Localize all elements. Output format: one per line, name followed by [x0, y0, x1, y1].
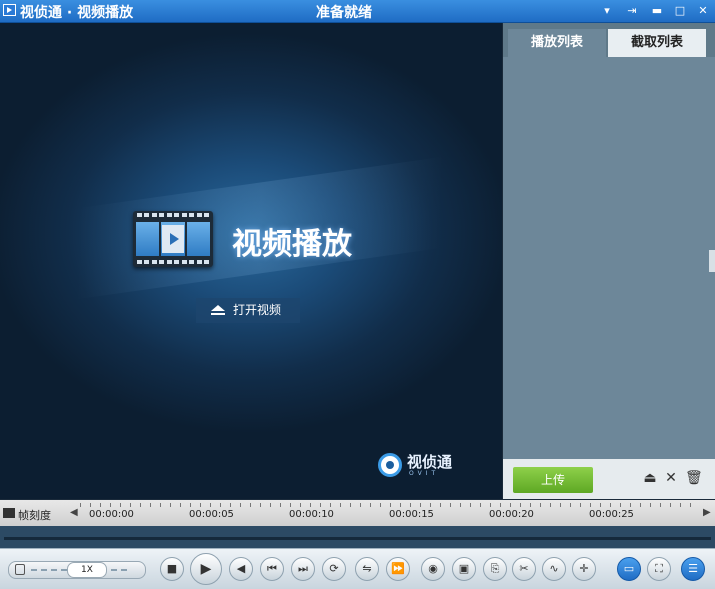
waveform-icon[interactable]: ∿: [542, 557, 566, 581]
stop-button[interactable]: ■: [160, 557, 184, 581]
video-title: 视频播放: [232, 227, 352, 262]
loop-button[interactable]: ⟳: [322, 557, 346, 581]
open-video-label: 打开视频: [233, 303, 282, 317]
progress-bar[interactable]: [0, 526, 715, 548]
speed-value: 1X: [67, 562, 107, 578]
snapshot-icon[interactable]: ◉: [421, 557, 445, 581]
timeline-label: 帧刻度: [18, 509, 51, 522]
window-mode-icon[interactable]: ▭: [617, 557, 641, 581]
logo-text: 视侦通: [407, 453, 453, 471]
cut-icon[interactable]: ✂: [512, 557, 536, 581]
timeline-right-arrow-icon[interactable]: ▶: [703, 507, 711, 518]
film-strip-icon: [133, 211, 213, 267]
app-icon: [3, 4, 16, 16]
eject-icon: [211, 305, 225, 316]
timeline-left-arrow-icon[interactable]: ◀: [70, 507, 78, 518]
lock-icon[interactable]: [15, 564, 25, 575]
panel-collapse-handle[interactable]: [709, 250, 715, 272]
timeline-tick: 00:00:10: [289, 509, 334, 520]
timeline-tick: 00:00:05: [189, 509, 234, 520]
export-icon[interactable]: ⎘: [483, 557, 507, 581]
fullscreen-icon[interactable]: ⛶: [647, 557, 671, 581]
upload-button[interactable]: 上传: [513, 467, 593, 493]
playlist-icon[interactable]: ☰: [681, 557, 705, 581]
sync-button[interactable]: ⇋: [355, 557, 379, 581]
side-panel: 播放列表 截取列表 上传 ⏏ ✕ 🗑: [503, 23, 715, 499]
previous-frame-button[interactable]: ◀: [229, 557, 253, 581]
logo-subtext: OVIT: [409, 470, 440, 477]
video-area[interactable]: 视频播放 打开视频 视侦通 OVIT: [0, 23, 502, 499]
maximize-icon[interactable]: □: [673, 4, 687, 18]
play-button[interactable]: ▶: [190, 553, 222, 585]
speed-slider[interactable]: 1X: [8, 561, 146, 579]
timeline-tick: 00:00:25: [589, 509, 634, 520]
panel-footer: 上传 ⏏ ✕ 🗑: [503, 459, 715, 499]
dropdown-icon[interactable]: ▾: [600, 4, 614, 18]
app-title: 视侦通 · 视频播放: [20, 5, 134, 21]
minimize-icon[interactable]: ▬: [650, 4, 664, 18]
step-back-button[interactable]: ⏮: [260, 557, 284, 581]
burst-snapshot-icon[interactable]: ▣: [452, 557, 476, 581]
tab-capture-list[interactable]: 截取列表: [608, 29, 706, 57]
step-forward-button[interactable]: ⏭: [291, 557, 315, 581]
timeline-tick: 00:00:00: [89, 509, 134, 520]
title-bar: 视侦通 · 视频播放 准备就绪 ▾ ⇥ ▬ □ ✕: [0, 0, 715, 23]
timeline-icon: [3, 508, 15, 518]
progress-track[interactable]: [4, 537, 711, 540]
timeline-tick: 00:00:20: [489, 509, 534, 520]
remove-icon[interactable]: ✕: [664, 471, 678, 485]
timeline[interactable]: 帧刻度 ◀ 00:00:00 00:00:05 00:00:10 00:00:1…: [0, 500, 715, 526]
status-title: 准备就绪: [316, 5, 372, 21]
control-bar: 1X ■ ▶ ◀ ⏮ ⏭ ⟳ ⇋ ⏩ ◉ ▣ ⎘ ✂ ∿ ✛ ▭ ⛶ ☰: [0, 548, 715, 589]
eject-icon[interactable]: ⏏: [643, 471, 657, 485]
panel-tabs: 播放列表 截取列表: [503, 23, 715, 57]
pin-icon[interactable]: ⇥: [625, 4, 639, 18]
tab-playlist[interactable]: 播放列表: [508, 29, 606, 57]
eye-icon: [378, 453, 402, 477]
open-video-button[interactable]: 打开视频: [196, 298, 300, 323]
trash-icon[interactable]: 🗑: [685, 471, 703, 485]
next-segment-button[interactable]: ⏩: [386, 557, 410, 581]
crosshair-icon[interactable]: ✛: [572, 557, 596, 581]
close-icon[interactable]: ✕: [696, 4, 710, 18]
timeline-tick: 00:00:15: [389, 509, 434, 520]
